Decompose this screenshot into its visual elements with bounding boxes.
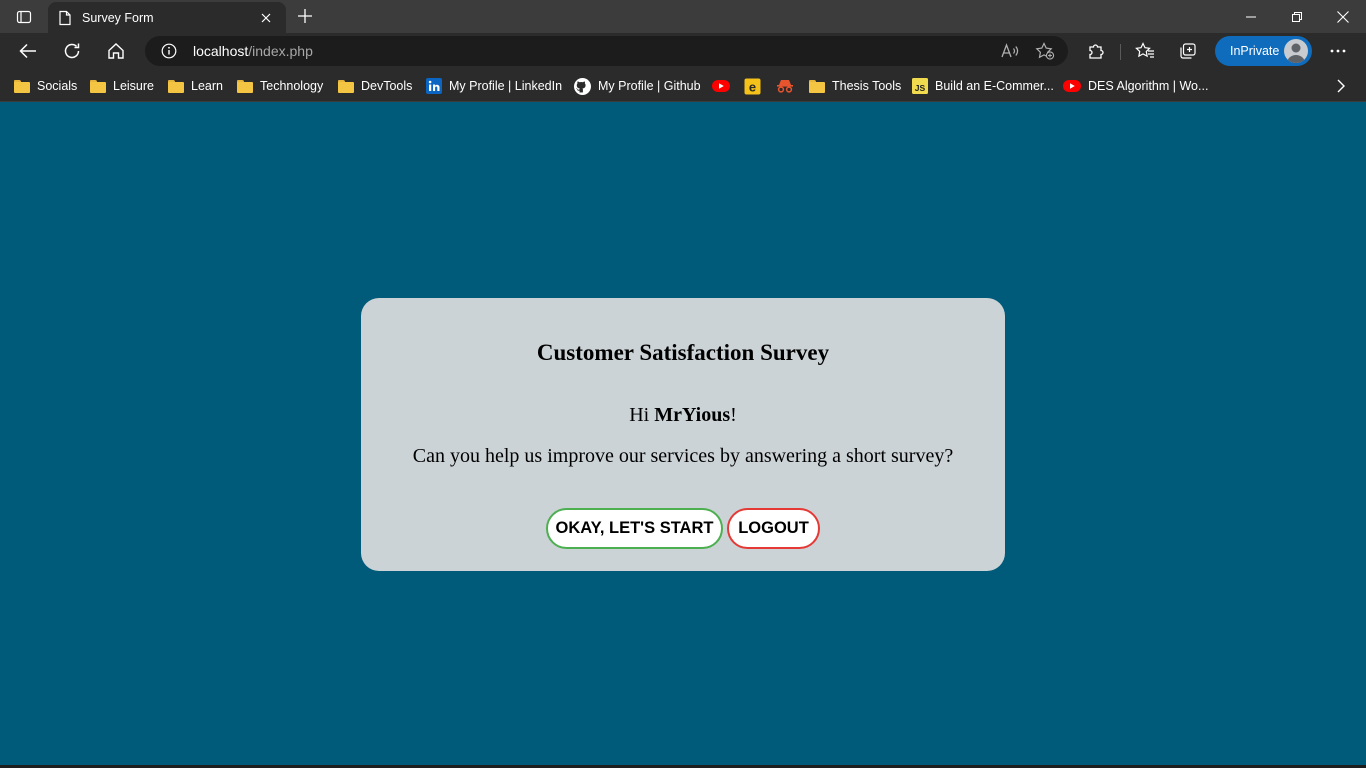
toolbar-divider <box>1120 44 1121 60</box>
read-aloud-icon <box>1001 43 1019 58</box>
more-dots-icon <box>1330 49 1346 53</box>
greeting-prefix: Hi <box>629 404 655 426</box>
page-icon <box>59 10 71 25</box>
edge-e-icon: e <box>744 78 761 94</box>
close-window-button[interactable] <box>1320 0 1366 33</box>
person-icon <box>1287 43 1305 63</box>
settings-more-button[interactable] <box>1323 37 1353 65</box>
survey-question: Can you help us improve our services by … <box>412 445 954 467</box>
bookmark-ecommerce[interactable]: JS Build an E-Commer... <box>912 75 1054 97</box>
survey-title: Customer Satisfaction Survey <box>536 340 830 365</box>
bookmark-des-algorithm[interactable]: DES Algorithm | Wo... <box>1063 75 1208 97</box>
back-button[interactable] <box>12 36 44 66</box>
window-controls <box>1228 0 1366 33</box>
folder-icon <box>90 79 106 93</box>
avatar <box>1284 39 1308 63</box>
bookmark-learn[interactable]: Learn <box>168 75 223 97</box>
active-tab[interactable]: Survey Form <box>48 2 286 33</box>
bookmark-github[interactable]: My Profile | Github <box>574 75 701 97</box>
collections-icon <box>1180 43 1196 59</box>
folder-icon <box>168 79 184 93</box>
home-button[interactable] <box>100 36 132 66</box>
tab-actions-button[interactable] <box>8 5 40 29</box>
minimize-button[interactable] <box>1228 0 1274 33</box>
bookmark-label: Socials <box>37 79 78 93</box>
bookmark-label: DES Algorithm | Wo... <box>1088 79 1209 93</box>
chevron-right-icon <box>1337 79 1345 93</box>
folder-icon <box>338 79 354 93</box>
plus-icon <box>298 9 312 23</box>
bookmark-label: My Profile | Github <box>598 79 701 93</box>
add-favorite-button[interactable] <box>1035 41 1055 61</box>
inprivate-profile-button[interactable]: InPrivate <box>1215 36 1312 66</box>
bookmarks-bar: Socials Leisure Learn Technology DevTool… <box>0 70 1366 102</box>
bookmark-youtube[interactable] <box>712 75 730 97</box>
svg-text:e: e <box>749 79 756 94</box>
url-host: localhost <box>193 43 249 59</box>
folder-icon <box>809 79 825 93</box>
address-bar[interactable]: localhost/index.php <box>145 36 1068 66</box>
github-icon <box>574 77 591 95</box>
tab-close-button[interactable] <box>256 8 276 28</box>
svg-text:JS: JS <box>915 83 926 93</box>
bookmark-label: Build an E-Commer... <box>935 79 1054 93</box>
info-icon[interactable] <box>161 43 177 59</box>
refresh-button[interactable] <box>56 36 88 66</box>
bookmark-incognito[interactable] <box>776 75 794 97</box>
tab-title: Survey Form <box>82 10 154 25</box>
bookmark-leisure[interactable]: Leisure <box>90 75 154 97</box>
more-bookmarks-button[interactable] <box>1330 75 1352 97</box>
url-path: /index.php <box>248 43 313 59</box>
youtube-icon <box>712 80 730 92</box>
close-icon <box>261 13 271 22</box>
minimize-icon <box>1246 16 1256 17</box>
restore-button[interactable] <box>1274 0 1320 33</box>
new-tab-button[interactable] <box>292 4 318 28</box>
logout-button[interactable]: LOGOUT <box>727 508 820 549</box>
bookmark-devtools[interactable]: DevTools <box>338 75 412 97</box>
folder-icon <box>14 79 30 93</box>
extensions-icon <box>1089 44 1104 59</box>
close-icon <box>1337 10 1349 23</box>
folder-icon <box>237 79 253 93</box>
browser-titlebar: Survey Form <box>0 0 1366 33</box>
bookmark-technology[interactable]: Technology <box>237 75 323 97</box>
star-add-icon <box>1035 42 1055 60</box>
home-icon <box>108 43 124 59</box>
read-aloud-button[interactable] <box>1000 41 1020 61</box>
tab-actions-icon <box>16 10 32 24</box>
back-arrow-icon <box>19 43 36 59</box>
username: MrYious <box>654 404 731 426</box>
browser-toolbar: localhost/index.php InPrivate <box>0 33 1366 70</box>
bookmark-label: My Profile | LinkedIn <box>449 79 563 93</box>
url-text[interactable]: localhost/index.php <box>193 36 313 66</box>
youtube-icon <box>1063 80 1081 92</box>
inprivate-label: InPrivate <box>1230 44 1280 58</box>
refresh-icon <box>64 43 80 59</box>
greeting-suffix: ! <box>730 404 737 426</box>
bookmark-edge-e[interactable]: e <box>744 75 761 97</box>
bookmark-label: Thesis Tools <box>832 79 902 93</box>
incognito-icon <box>777 80 793 93</box>
bookmark-label: DevTools <box>361 79 413 93</box>
bookmark-thesis-tools[interactable]: Thesis Tools <box>809 75 901 97</box>
bookmark-socials[interactable]: Socials <box>14 75 77 97</box>
bookmark-linkedin[interactable]: My Profile | LinkedIn <box>426 75 562 97</box>
greeting-text: Hi MrYious! <box>361 404 1005 427</box>
linkedin-icon <box>426 78 442 94</box>
bookmark-label: Learn <box>191 79 223 93</box>
restore-icon <box>1292 11 1302 22</box>
favorites-icon <box>1135 42 1154 58</box>
bookmark-label: Leisure <box>113 79 154 93</box>
collections-button[interactable] <box>1173 37 1203 65</box>
start-survey-button[interactable]: OKAY, LET'S START <box>546 508 723 549</box>
survey-card: Customer Satisfaction Survey Hi MrYious!… <box>361 298 1005 571</box>
bookmark-label: Technology <box>260 79 324 93</box>
page-content: Customer Satisfaction Survey Hi MrYious!… <box>0 103 1366 765</box>
favorites-button[interactable] <box>1130 37 1160 65</box>
extensions-button[interactable] <box>1081 37 1111 65</box>
js-icon: JS <box>912 78 928 94</box>
